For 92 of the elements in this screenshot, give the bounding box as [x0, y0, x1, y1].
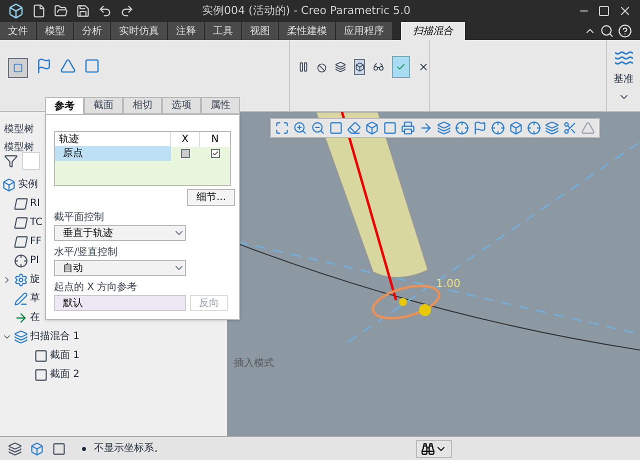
- refit-icon[interactable]: [275, 121, 289, 135]
- checkbox[interactable]: [210, 149, 220, 158]
- field-label: 截平面控制: [54, 210, 105, 225]
- tree-item-label[interactable]: 实例: [18, 177, 38, 192]
- printer-icon[interactable]: [401, 121, 415, 135]
- ribbon-tab[interactable]: 文件: [0, 22, 37, 40]
- column-header: N: [210, 133, 220, 147]
- plane-icon[interactable]: [473, 121, 487, 135]
- tree-item-label[interactable]: FF: [30, 234, 42, 249]
- cube-icon: [2, 178, 16, 192]
- sweep-icon: [14, 330, 28, 344]
- revolve-icon: [14, 272, 28, 286]
- field-label: 起点的 X 方向参考: [54, 280, 138, 295]
- panel-tab[interactable]: 参考: [45, 97, 84, 114]
- close-icon[interactable]: [618, 4, 632, 18]
- save-icon[interactable]: [76, 4, 90, 18]
- zoom-out-icon[interactable]: [311, 121, 325, 135]
- confirm-button[interactable]: [392, 56, 410, 78]
- plane-icon: [12, 234, 30, 248]
- solid-toggle-icon[interactable]: [8, 58, 28, 78]
- new-file-icon[interactable]: [32, 4, 46, 18]
- tree-item-label[interactable]: TC: [30, 215, 43, 230]
- tree-search-field[interactable]: [22, 152, 40, 170]
- window-title: 实例004 (活动的) - Creo Parametric 5.0: [202, 2, 411, 19]
- ribbon-tab[interactable]: 分析: [74, 22, 111, 40]
- ribbon-tab[interactable]: 扫描混合: [401, 22, 465, 40]
- undo-icon[interactable]: [98, 4, 112, 18]
- sketch-icon: [14, 292, 28, 306]
- eraser-icon[interactable]: [347, 121, 361, 135]
- arrow-icon: [14, 310, 28, 324]
- find-button[interactable]: [416, 440, 452, 458]
- plane-icon: [12, 216, 30, 230]
- preview-toggle-icon[interactable]: [354, 59, 366, 75]
- table-row[interactable]: 原点: [55, 146, 171, 161]
- plane-icon: [12, 196, 30, 210]
- tree-item-label[interactable]: 扫描混合 1: [30, 329, 80, 344]
- tree-item-label[interactable]: 截面 1: [50, 348, 80, 363]
- crosshair-icon[interactable]: [455, 121, 469, 135]
- filter-icon[interactable]: [4, 154, 18, 168]
- binoculars-icon: [421, 442, 435, 456]
- square-icon[interactable]: [383, 121, 397, 135]
- checkbox[interactable]: [181, 149, 190, 158]
- csys-icon[interactable]: [527, 121, 541, 135]
- maximize-button[interactable]: [598, 5, 610, 17]
- stop-icon[interactable]: [317, 61, 327, 75]
- search-icon[interactable]: [600, 24, 614, 38]
- tree-header: 模型树: [4, 124, 34, 135]
- dropdown[interactable]: 垂直于轨迹: [54, 225, 186, 241]
- section-icon: [34, 348, 48, 362]
- datum-label[interactable]: 基准: [614, 72, 634, 87]
- tree-subheader: 模型树: [4, 142, 34, 153]
- status-message: 不显示坐标系。: [94, 442, 164, 456]
- section-icon: [34, 368, 48, 382]
- ribbon-tab[interactable]: 工具: [205, 22, 242, 40]
- mode-label: 插入模式: [234, 356, 274, 371]
- details-button[interactable]: 细节...: [187, 189, 235, 206]
- triangle-icon[interactable]: [60, 58, 76, 74]
- panel-tab[interactable]: 相切: [123, 97, 162, 114]
- dimension-value: 1.00: [436, 276, 460, 292]
- tree-item-label[interactable]: 在: [30, 310, 40, 325]
- surface-icon[interactable]: [36, 58, 52, 74]
- panel-tab[interactable]: 截面: [84, 97, 123, 114]
- panel-tab[interactable]: 属性: [201, 97, 240, 114]
- dropdown[interactable]: 自动: [54, 260, 186, 276]
- ribbon-tab[interactable]: 柔性建模: [279, 22, 336, 40]
- axis-icon[interactable]: [491, 121, 505, 135]
- tree-item-label[interactable]: PI: [30, 253, 39, 268]
- tree-item-label[interactable]: 截面 2: [50, 367, 80, 382]
- redo-icon[interactable]: [120, 4, 134, 18]
- reference-field[interactable]: 默认: [54, 295, 186, 311]
- cube-icon[interactable]: [365, 121, 379, 135]
- help-icon[interactable]: [618, 24, 632, 38]
- zoom-in-icon[interactable]: [293, 121, 307, 135]
- ribbon-tab[interactable]: 实时仿真: [111, 22, 168, 40]
- ribbon-tab[interactable]: 视图: [242, 22, 279, 40]
- app-icon[interactable]: [8, 3, 24, 19]
- ribbon-tab[interactable]: 模型: [37, 22, 74, 40]
- bullet-icon: [82, 446, 86, 450]
- layers-icon[interactable]: [437, 121, 451, 135]
- tree-item-label[interactable]: RI: [30, 196, 40, 211]
- scissors-icon[interactable]: [563, 121, 577, 135]
- open-folder-icon[interactable]: [54, 4, 68, 18]
- axes-icon: [14, 254, 28, 268]
- field-label: 水平/竖直控制: [54, 246, 118, 260]
- tree-item-label[interactable]: 草: [30, 291, 40, 306]
- tree-item-label[interactable]: 旋: [30, 272, 40, 287]
- ribbon-tab[interactable]: 注释: [168, 22, 205, 40]
- triangle-icon[interactable]: [581, 121, 595, 135]
- tree-toggle-icon[interactable]: [8, 442, 22, 456]
- ribbon-tab[interactable]: 应用程序: [336, 22, 393, 40]
- panel-tab[interactable]: 选项: [162, 97, 201, 114]
- window-icon[interactable]: [52, 442, 66, 456]
